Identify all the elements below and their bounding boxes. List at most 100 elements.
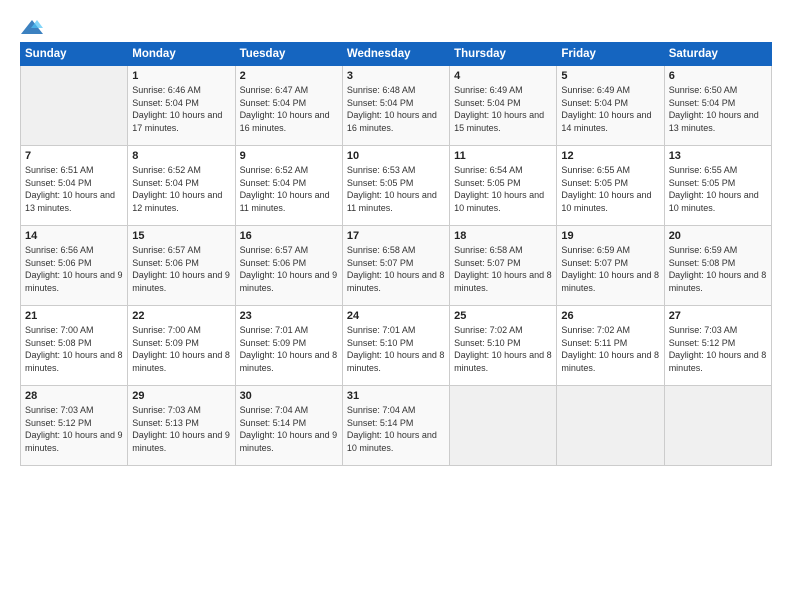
calendar-cell: 22Sunrise: 7:00 AM Sunset: 5:09 PM Dayli… bbox=[128, 306, 235, 386]
day-info: Sunrise: 6:52 AM Sunset: 5:04 PM Dayligh… bbox=[240, 164, 338, 214]
day-info: Sunrise: 6:57 AM Sunset: 5:06 PM Dayligh… bbox=[240, 244, 338, 294]
calendar-cell: 15 Sunrise: 6:57 AM Sunset: 5:06 PM Dayli… bbox=[128, 226, 235, 306]
calendar-cell: 25 Sunrise: 7:02 AM Sunset: 5:10 PM Dayli… bbox=[450, 306, 557, 386]
day-number: 3 bbox=[347, 70, 445, 82]
day-info: Sunrise: 6:55 AM Sunset: 5:05 PM Dayligh… bbox=[669, 164, 767, 214]
day-info: Sunrise: 7:02 AM Sunset: 5:10 PM Dayligh… bbox=[454, 324, 552, 374]
calendar-cell: 26 Sunrise: 7:02 AM Sunset: 5:11 PM Dayli… bbox=[557, 306, 664, 386]
day-info: Sunrise: 6:52 AM Sunset: 5:04 PM Dayligh… bbox=[132, 164, 230, 214]
day-number: 24 bbox=[347, 310, 445, 322]
day-number: 5 bbox=[561, 70, 659, 82]
calendar-cell: 29 Sunrise: 7:03 AM Sunset: 5:13 PM Dayli… bbox=[128, 386, 235, 466]
day-info: Sunrise: 6:56 AM Sunset: 5:06 PM Dayligh… bbox=[25, 244, 123, 294]
day-number: 12 bbox=[561, 150, 659, 162]
day-info: Sunrise: 6:49 AM Sunset: 5:04 PM Dayligh… bbox=[454, 84, 552, 134]
day-number: 7 bbox=[25, 150, 123, 162]
day-info: Sunrise: 6:58 AM Sunset: 5:07 PM Dayligh… bbox=[454, 244, 552, 294]
calendar-cell: 24 Sunrise: 7:01 AM Sunset: 5:10 PM Dayli… bbox=[342, 306, 449, 386]
day-info: Sunrise: 7:00 AM Sunset: 5:08 PM Dayligh… bbox=[25, 324, 123, 374]
calendar-cell bbox=[450, 386, 557, 466]
day-number: 11 bbox=[454, 150, 552, 162]
week-row-4: 21 Sunrise: 7:00 AM Sunset: 5:08 PM Dayli… bbox=[21, 306, 772, 386]
day-number: 19 bbox=[561, 230, 659, 242]
day-number: 2 bbox=[240, 70, 338, 82]
col-header-friday: Friday bbox=[557, 43, 664, 66]
day-info: Sunrise: 6:59 AM Sunset: 5:07 PM Dayligh… bbox=[561, 244, 659, 294]
day-number: 23 bbox=[240, 310, 338, 322]
calendar-cell bbox=[21, 66, 128, 146]
calendar-cell: 19 Sunrise: 6:59 AM Sunset: 5:07 PM Dayli… bbox=[557, 226, 664, 306]
col-header-monday: Monday bbox=[128, 43, 235, 66]
week-row-1: 1Sunrise: 6:46 AM Sunset: 5:04 PM Daylig… bbox=[21, 66, 772, 146]
day-info: Sunrise: 7:04 AM Sunset: 5:14 PM Dayligh… bbox=[347, 404, 445, 454]
day-info: Sunrise: 7:04 AM Sunset: 5:14 PM Dayligh… bbox=[240, 404, 338, 454]
day-info: Sunrise: 6:48 AM Sunset: 5:04 PM Dayligh… bbox=[347, 84, 445, 134]
calendar-cell: 18 Sunrise: 6:58 AM Sunset: 5:07 PM Dayli… bbox=[450, 226, 557, 306]
day-number: 9 bbox=[240, 150, 338, 162]
day-number: 29 bbox=[132, 390, 230, 402]
col-header-sunday: Sunday bbox=[21, 43, 128, 66]
header bbox=[20, 18, 772, 32]
day-info: Sunrise: 7:03 AM Sunset: 5:12 PM Dayligh… bbox=[25, 404, 123, 454]
calendar-cell: 6 Sunrise: 6:50 AM Sunset: 5:04 PM Daylig… bbox=[664, 66, 771, 146]
day-info: Sunrise: 7:02 AM Sunset: 5:11 PM Dayligh… bbox=[561, 324, 659, 374]
day-number: 17 bbox=[347, 230, 445, 242]
day-info: Sunrise: 7:03 AM Sunset: 5:13 PM Dayligh… bbox=[132, 404, 230, 454]
day-info: Sunrise: 6:58 AM Sunset: 5:07 PM Dayligh… bbox=[347, 244, 445, 294]
calendar-cell: 14 Sunrise: 6:56 AM Sunset: 5:06 PM Dayli… bbox=[21, 226, 128, 306]
calendar-cell: 4 Sunrise: 6:49 AM Sunset: 5:04 PM Daylig… bbox=[450, 66, 557, 146]
day-info: Sunrise: 7:03 AM Sunset: 5:12 PM Dayligh… bbox=[669, 324, 767, 374]
calendar-cell: 23 Sunrise: 7:01 AM Sunset: 5:09 PM Dayli… bbox=[235, 306, 342, 386]
day-number: 6 bbox=[669, 70, 767, 82]
day-info: Sunrise: 6:51 AM Sunset: 5:04 PM Dayligh… bbox=[25, 164, 123, 214]
day-number: 13 bbox=[669, 150, 767, 162]
calendar-cell: 27Sunrise: 7:03 AM Sunset: 5:12 PM Dayli… bbox=[664, 306, 771, 386]
calendar-cell: 3 Sunrise: 6:48 AM Sunset: 5:04 PM Daylig… bbox=[342, 66, 449, 146]
day-info: Sunrise: 6:55 AM Sunset: 5:05 PM Dayligh… bbox=[561, 164, 659, 214]
calendar-cell: 5Sunrise: 6:49 AM Sunset: 5:04 PM Daylig… bbox=[557, 66, 664, 146]
day-info: Sunrise: 6:47 AM Sunset: 5:04 PM Dayligh… bbox=[240, 84, 338, 134]
calendar-cell: 17 Sunrise: 6:58 AM Sunset: 5:07 PM Dayli… bbox=[342, 226, 449, 306]
day-number: 26 bbox=[561, 310, 659, 322]
day-info: Sunrise: 7:01 AM Sunset: 5:10 PM Dayligh… bbox=[347, 324, 445, 374]
calendar-cell: 20Sunrise: 6:59 AM Sunset: 5:08 PM Dayli… bbox=[664, 226, 771, 306]
calendar-page: SundayMondayTuesdayWednesdayThursdayFrid… bbox=[0, 0, 792, 612]
col-header-tuesday: Tuesday bbox=[235, 43, 342, 66]
day-number: 21 bbox=[25, 310, 123, 322]
calendar-cell: 31Sunrise: 7:04 AM Sunset: 5:14 PM Dayli… bbox=[342, 386, 449, 466]
col-header-thursday: Thursday bbox=[450, 43, 557, 66]
week-row-2: 7 Sunrise: 6:51 AM Sunset: 5:04 PM Daylig… bbox=[21, 146, 772, 226]
day-info: Sunrise: 7:01 AM Sunset: 5:09 PM Dayligh… bbox=[240, 324, 338, 374]
day-number: 8 bbox=[132, 150, 230, 162]
calendar-cell: 8 Sunrise: 6:52 AM Sunset: 5:04 PM Daylig… bbox=[128, 146, 235, 226]
week-row-5: 28 Sunrise: 7:03 AM Sunset: 5:12 PM Dayli… bbox=[21, 386, 772, 466]
day-number: 15 bbox=[132, 230, 230, 242]
day-info: Sunrise: 6:54 AM Sunset: 5:05 PM Dayligh… bbox=[454, 164, 552, 214]
logo bbox=[20, 18, 44, 32]
calendar-cell: 1Sunrise: 6:46 AM Sunset: 5:04 PM Daylig… bbox=[128, 66, 235, 146]
calendar-cell: 10 Sunrise: 6:53 AM Sunset: 5:05 PM Dayli… bbox=[342, 146, 449, 226]
day-number: 25 bbox=[454, 310, 552, 322]
calendar-cell bbox=[557, 386, 664, 466]
day-number: 16 bbox=[240, 230, 338, 242]
day-info: Sunrise: 7:00 AM Sunset: 5:09 PM Dayligh… bbox=[132, 324, 230, 374]
day-info: Sunrise: 6:53 AM Sunset: 5:05 PM Dayligh… bbox=[347, 164, 445, 214]
calendar-cell bbox=[664, 386, 771, 466]
day-number: 4 bbox=[454, 70, 552, 82]
logo-icon bbox=[21, 18, 43, 36]
calendar-cell: 16 Sunrise: 6:57 AM Sunset: 5:06 PM Dayli… bbox=[235, 226, 342, 306]
day-number: 1 bbox=[132, 70, 230, 82]
calendar-cell: 30 Sunrise: 7:04 AM Sunset: 5:14 PM Dayli… bbox=[235, 386, 342, 466]
day-info: Sunrise: 6:50 AM Sunset: 5:04 PM Dayligh… bbox=[669, 84, 767, 134]
day-number: 18 bbox=[454, 230, 552, 242]
calendar-cell: 13 Sunrise: 6:55 AM Sunset: 5:05 PM Dayli… bbox=[664, 146, 771, 226]
day-info: Sunrise: 6:57 AM Sunset: 5:06 PM Dayligh… bbox=[132, 244, 230, 294]
day-number: 14 bbox=[25, 230, 123, 242]
day-number: 28 bbox=[25, 390, 123, 402]
day-number: 10 bbox=[347, 150, 445, 162]
calendar-cell: 21 Sunrise: 7:00 AM Sunset: 5:08 PM Dayli… bbox=[21, 306, 128, 386]
calendar-table: SundayMondayTuesdayWednesdayThursdayFrid… bbox=[20, 42, 772, 466]
day-number: 30 bbox=[240, 390, 338, 402]
week-row-3: 14 Sunrise: 6:56 AM Sunset: 5:06 PM Dayli… bbox=[21, 226, 772, 306]
col-header-saturday: Saturday bbox=[664, 43, 771, 66]
